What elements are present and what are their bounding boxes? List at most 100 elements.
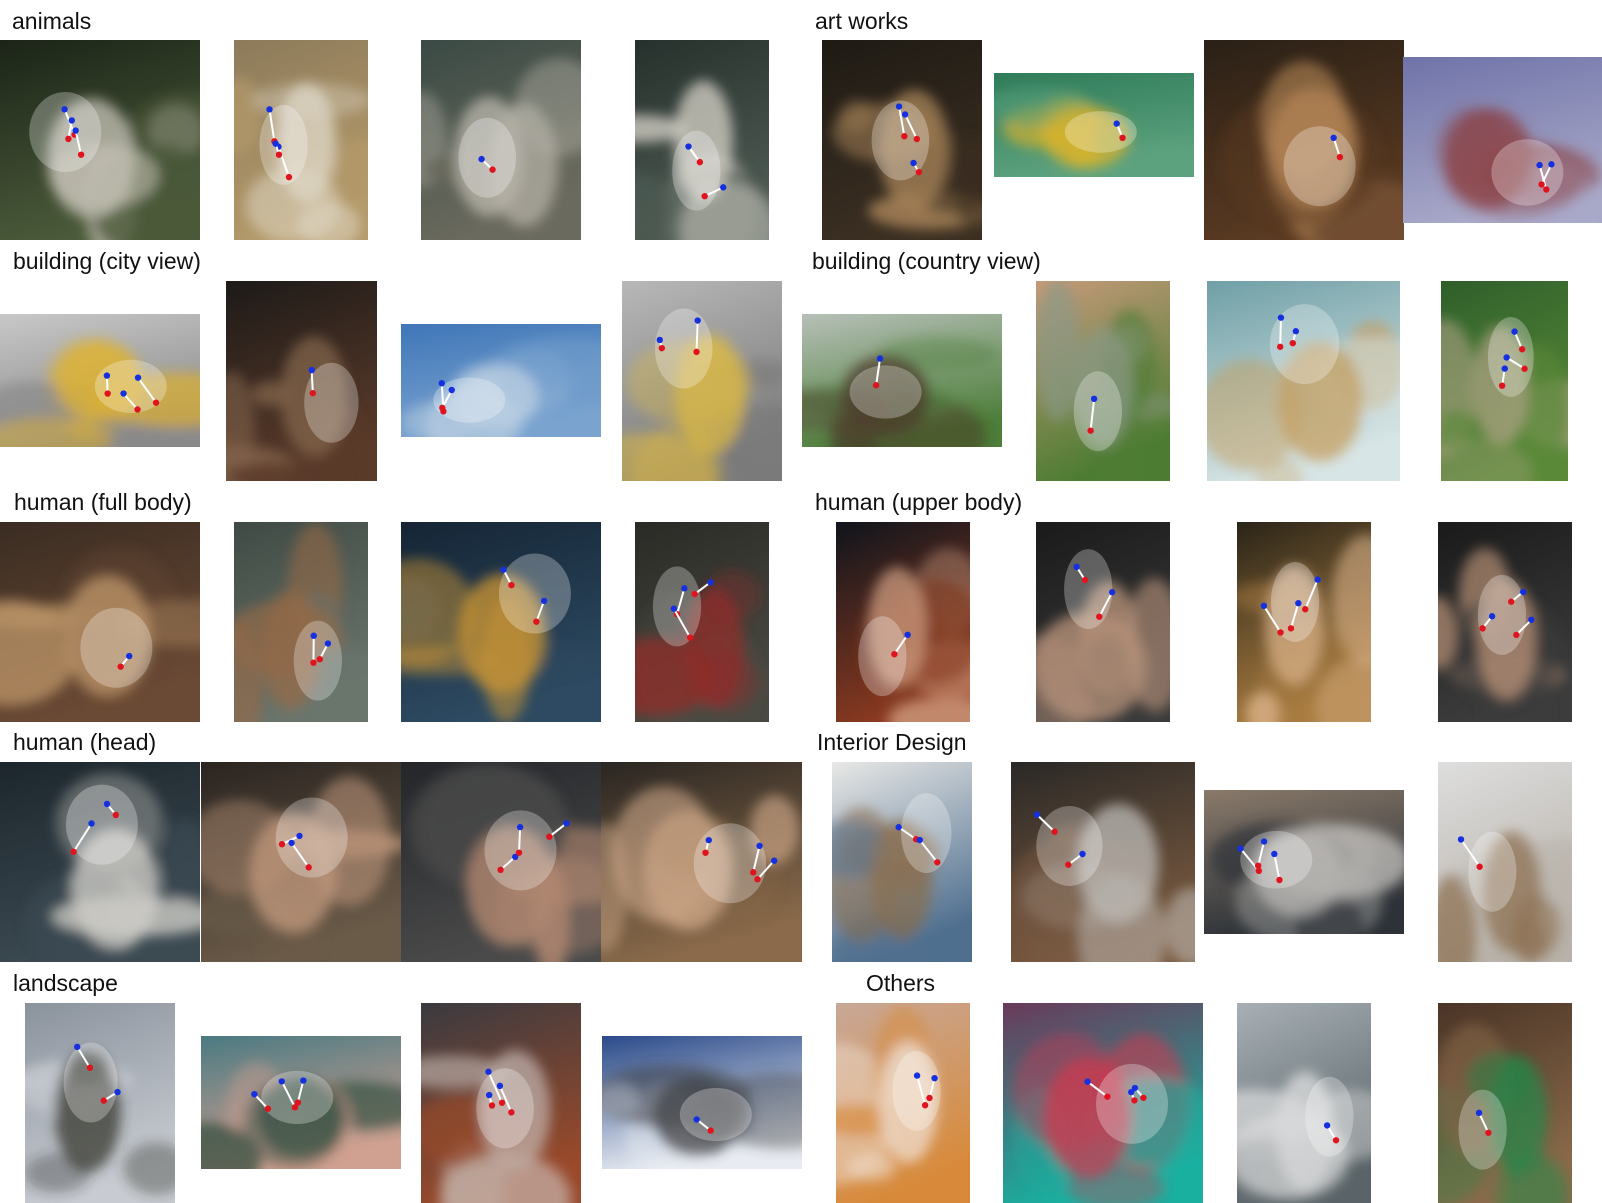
- target-point: [272, 140, 278, 146]
- handle-point: [687, 634, 693, 640]
- image-wolf: [421, 40, 581, 240]
- handle-point: [1333, 1137, 1339, 1143]
- image-flatiron-building: [622, 281, 782, 481]
- handle-point: [702, 849, 708, 855]
- image-curly-haired-girl: [1237, 522, 1371, 722]
- image-girl-in-station: [401, 522, 601, 722]
- category-label-art-works: art works: [815, 8, 908, 34]
- example-image-flatiron-building: [622, 281, 782, 481]
- target-point: [1536, 162, 1542, 168]
- mask-overlay: [1305, 1077, 1353, 1157]
- target-point: [478, 156, 484, 162]
- target-point: [266, 106, 272, 112]
- target-point: [720, 184, 726, 190]
- example-image-curly-haired-girl: [1237, 522, 1371, 722]
- handle-point: [691, 591, 697, 597]
- handle-point: [1543, 186, 1549, 192]
- image-lamb-in-field: [234, 40, 368, 240]
- example-image-girl-in-red-jacket: [635, 522, 769, 722]
- mask-overlay: [672, 131, 720, 211]
- mask-overlay: [1074, 371, 1122, 451]
- drag-arrow: [519, 827, 520, 853]
- target-point: [541, 598, 547, 604]
- mask-overlay: [858, 616, 906, 696]
- handle-point: [1087, 427, 1093, 433]
- handle-point: [707, 1127, 713, 1133]
- image-sprout-in-soil: [1438, 1003, 1572, 1203]
- handle-point: [117, 663, 123, 669]
- target-point: [517, 824, 523, 830]
- example-image-spinning-top-toy: [1003, 1003, 1203, 1203]
- image-cabin-on-hill: [802, 314, 1002, 447]
- target-point: [771, 858, 777, 864]
- target-point: [1261, 838, 1267, 844]
- target-point: [1271, 851, 1277, 857]
- target-point: [126, 653, 132, 659]
- example-image-sprout-in-soil: [1438, 1003, 1572, 1203]
- handle-point: [916, 169, 922, 175]
- target-point: [74, 1044, 80, 1050]
- example-image-alpaca: [635, 40, 769, 240]
- category-label-human-upper-body: human (upper body): [815, 489, 1022, 515]
- mask-overlay: [276, 798, 348, 878]
- target-point: [681, 585, 687, 591]
- mask-overlay: [64, 1042, 118, 1122]
- handle-point: [104, 390, 110, 396]
- mask-overlay: [1036, 806, 1102, 886]
- target-point: [288, 840, 294, 846]
- image-dark-kitchen: [1011, 762, 1195, 962]
- handle-point: [1082, 577, 1088, 583]
- target-point: [1034, 811, 1040, 817]
- target-point: [120, 390, 126, 396]
- image-yellow-tram: [0, 314, 200, 447]
- handle-point: [516, 849, 522, 855]
- target-point: [1502, 365, 1508, 371]
- mask-overlay: [1459, 1090, 1507, 1170]
- target-point: [1091, 396, 1097, 402]
- handle-point: [1065, 862, 1071, 868]
- target-point: [104, 801, 110, 807]
- image-sunflowers-painting: [994, 73, 1194, 177]
- target-point: [311, 633, 317, 639]
- target-point: [1330, 135, 1336, 141]
- mask-overlay: [680, 1088, 752, 1141]
- target-point: [910, 160, 916, 166]
- target-point: [693, 1116, 699, 1122]
- image-boy-close-up: [201, 762, 401, 962]
- handle-point: [1277, 629, 1283, 635]
- image-cat-and-dog: [0, 40, 200, 240]
- image-woman-in-interior-painting: [822, 40, 982, 240]
- handle-point: [1104, 1093, 1110, 1099]
- target-point: [896, 103, 902, 109]
- mask-overlay: [476, 1068, 534, 1148]
- handle-point: [1302, 606, 1308, 612]
- handle-point: [693, 349, 699, 355]
- example-image-white-haired-boy: [0, 762, 200, 962]
- handle-point: [65, 136, 71, 142]
- handle-point: [1277, 344, 1283, 350]
- example-image-snowy-mountain-trees: [25, 1003, 175, 1203]
- category-label-others: Others: [866, 970, 935, 996]
- target-point: [707, 579, 713, 585]
- example-image-mountain-cottage: [1036, 281, 1170, 481]
- image-boy-portrait: [1438, 522, 1572, 722]
- category-label-landscape: landscape: [13, 970, 118, 996]
- mask-overlay: [1468, 832, 1516, 912]
- image-boy-in-jacket: [1036, 522, 1170, 722]
- target-point: [325, 640, 331, 646]
- example-image-woman-in-interior-painting: [822, 40, 982, 240]
- handle-point: [508, 1109, 514, 1115]
- target-point: [1520, 589, 1526, 595]
- handle-point: [306, 864, 312, 870]
- target-point: [756, 843, 762, 849]
- handle-point: [113, 812, 119, 818]
- image-old-car-street: [226, 281, 377, 481]
- target-point: [500, 567, 506, 573]
- handle-point: [1290, 340, 1296, 346]
- handle-point: [1519, 346, 1525, 352]
- target-point: [439, 380, 445, 386]
- handle-point: [1521, 366, 1527, 372]
- example-image-matterhorn: [602, 1036, 802, 1169]
- mask-overlay: [29, 92, 101, 172]
- target-point: [706, 837, 712, 843]
